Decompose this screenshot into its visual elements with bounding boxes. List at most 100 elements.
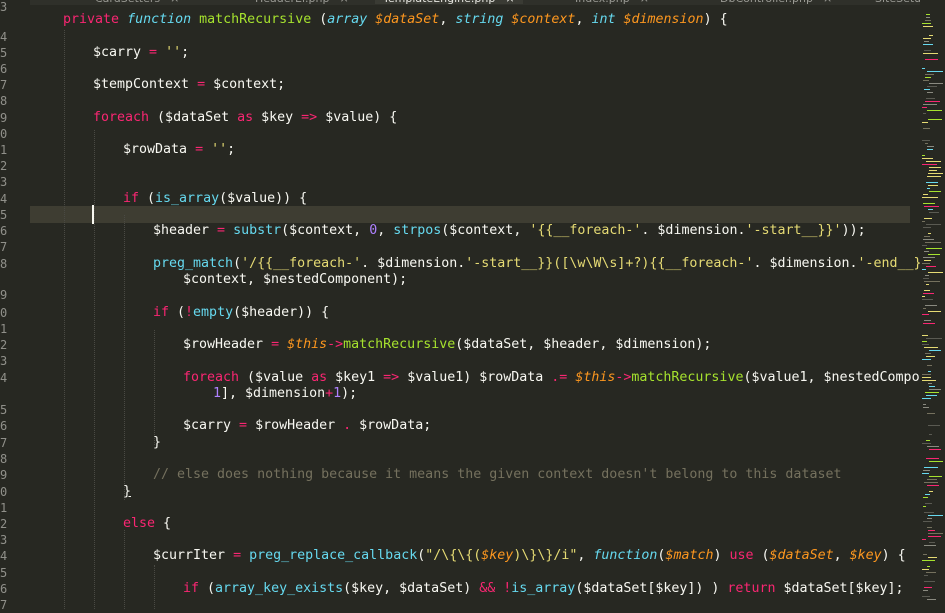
minimap-line xyxy=(922,164,937,165)
minimap-line xyxy=(922,398,931,399)
line-number: 9 xyxy=(0,288,8,302)
code-line: foreach ($dataSet as $key => $value) { xyxy=(93,110,397,126)
code-token: $match xyxy=(665,548,714,563)
minimap-line xyxy=(927,599,936,600)
tab-1[interactable]: HeaderEl.php × xyxy=(255,0,349,5)
minimap[interactable] xyxy=(920,0,945,609)
line-number: 7 xyxy=(0,436,8,450)
tab-close-icon[interactable]: × xyxy=(505,0,514,5)
minimap-line xyxy=(928,425,940,426)
minimap-line xyxy=(927,413,935,414)
minimap-line xyxy=(927,527,932,528)
minimap-line xyxy=(922,263,930,264)
minimap-line xyxy=(929,350,941,351)
minimap-line xyxy=(928,536,941,537)
line-number: 4 xyxy=(0,30,8,44)
minimap-line xyxy=(927,479,937,480)
code-line: $header = substr($context, 0, strpos($co… xyxy=(153,223,866,239)
minimap-line xyxy=(928,383,932,384)
code-token: is_array xyxy=(155,191,220,206)
minimap-line xyxy=(926,161,941,162)
indent-guide xyxy=(64,30,65,609)
tab-4[interactable]: DbController.php × xyxy=(720,0,832,5)
code-line: $carry = $rowHeader . $rowData; xyxy=(183,418,431,434)
tab-close-icon[interactable]: × xyxy=(170,0,179,5)
minimap-line xyxy=(929,476,942,477)
minimap-line xyxy=(922,539,926,540)
tab-close-icon[interactable]: × xyxy=(823,0,832,5)
line-number: 7 xyxy=(0,78,8,92)
minimap-line xyxy=(922,23,931,24)
code-token: "/\{\{( xyxy=(425,548,482,563)
minimap-line xyxy=(927,149,933,150)
code-line: private function matchRecursive (array $… xyxy=(63,12,728,28)
code-token: . $dimension. xyxy=(753,256,858,271)
code-line: $rowData = ''; xyxy=(123,142,235,158)
minimap-line xyxy=(925,77,931,78)
minimap-line xyxy=(924,320,931,321)
minimap-line xyxy=(927,188,930,189)
minimap-line xyxy=(924,251,929,252)
minimap-line xyxy=(924,41,929,42)
minimap-line xyxy=(928,533,943,534)
minimap-line xyxy=(922,443,931,444)
line-number: 0 xyxy=(0,127,8,141)
minimap-line xyxy=(924,236,930,237)
minimap-line xyxy=(926,284,929,285)
line-number: 8 xyxy=(0,452,8,466)
code-token: ) xyxy=(713,548,730,563)
code-token: $dimension xyxy=(623,12,704,27)
minimap-line xyxy=(922,473,929,474)
code-token: . $dimension. xyxy=(361,256,466,271)
code-editor[interactable]: CardSetters× HeaderEl.php× TemplateEngine.… xyxy=(0,0,945,612)
line-number: 0 xyxy=(0,485,8,499)
minimap-line xyxy=(922,560,935,561)
minimap-line xyxy=(927,446,939,447)
code-token: -> xyxy=(615,370,632,385)
line-number: 3 xyxy=(0,354,8,368)
minimap-line xyxy=(926,182,938,183)
minimap-line xyxy=(925,353,931,354)
code-line: $tempContext = $context; xyxy=(93,77,285,93)
code-token: $dataSet xyxy=(375,12,440,27)
code-token: $dataSet xyxy=(769,548,834,563)
code-token: ($dataSet, $header, $dimension); xyxy=(455,337,712,352)
minimap-line xyxy=(924,260,931,261)
code-token: strpos xyxy=(393,223,442,238)
minimap-line xyxy=(923,407,929,408)
minimap-line xyxy=(924,545,936,546)
code-token: ) { xyxy=(881,548,906,563)
minimap-line xyxy=(922,140,930,141)
minimap-line xyxy=(925,59,938,60)
minimap-line xyxy=(922,374,931,375)
tab-close-icon[interactable]: × xyxy=(340,0,349,5)
code-line: preg_match('/{{__foreach-'. $dimension.'… xyxy=(153,256,945,272)
tab-0[interactable]: CardSetters × xyxy=(95,0,179,5)
code-token: function xyxy=(127,12,192,27)
tab-3[interactable]: Index.php × xyxy=(575,0,649,5)
code-token: foreach xyxy=(93,110,150,125)
line-number: 9 xyxy=(0,468,8,482)
minimap-line xyxy=(923,506,926,507)
minimap-line xyxy=(926,572,936,573)
code-token: ($value)) { xyxy=(219,191,308,206)
minimap-line xyxy=(925,143,928,144)
minimap-line xyxy=(927,365,932,366)
minimap-line xyxy=(923,44,933,45)
tab-close-icon[interactable]: × xyxy=(640,0,649,5)
line-number: 2 xyxy=(0,517,8,531)
minimap-line xyxy=(924,467,938,468)
minimap-line xyxy=(929,170,937,171)
line-number: 5 xyxy=(0,403,8,417)
minimap-line xyxy=(922,296,925,297)
minimap-line xyxy=(926,440,930,441)
minimap-line xyxy=(924,290,930,291)
code-token: $carry xyxy=(93,45,150,60)
code-token: = xyxy=(149,45,158,60)
minimap-line xyxy=(925,494,930,495)
code-token: 0 xyxy=(369,223,378,238)
tab-2[interactable]: TemplateEngine.php × xyxy=(375,0,523,5)
minimap-line xyxy=(925,305,937,306)
minimap-line xyxy=(923,227,931,228)
code-token: is_array xyxy=(511,581,576,596)
